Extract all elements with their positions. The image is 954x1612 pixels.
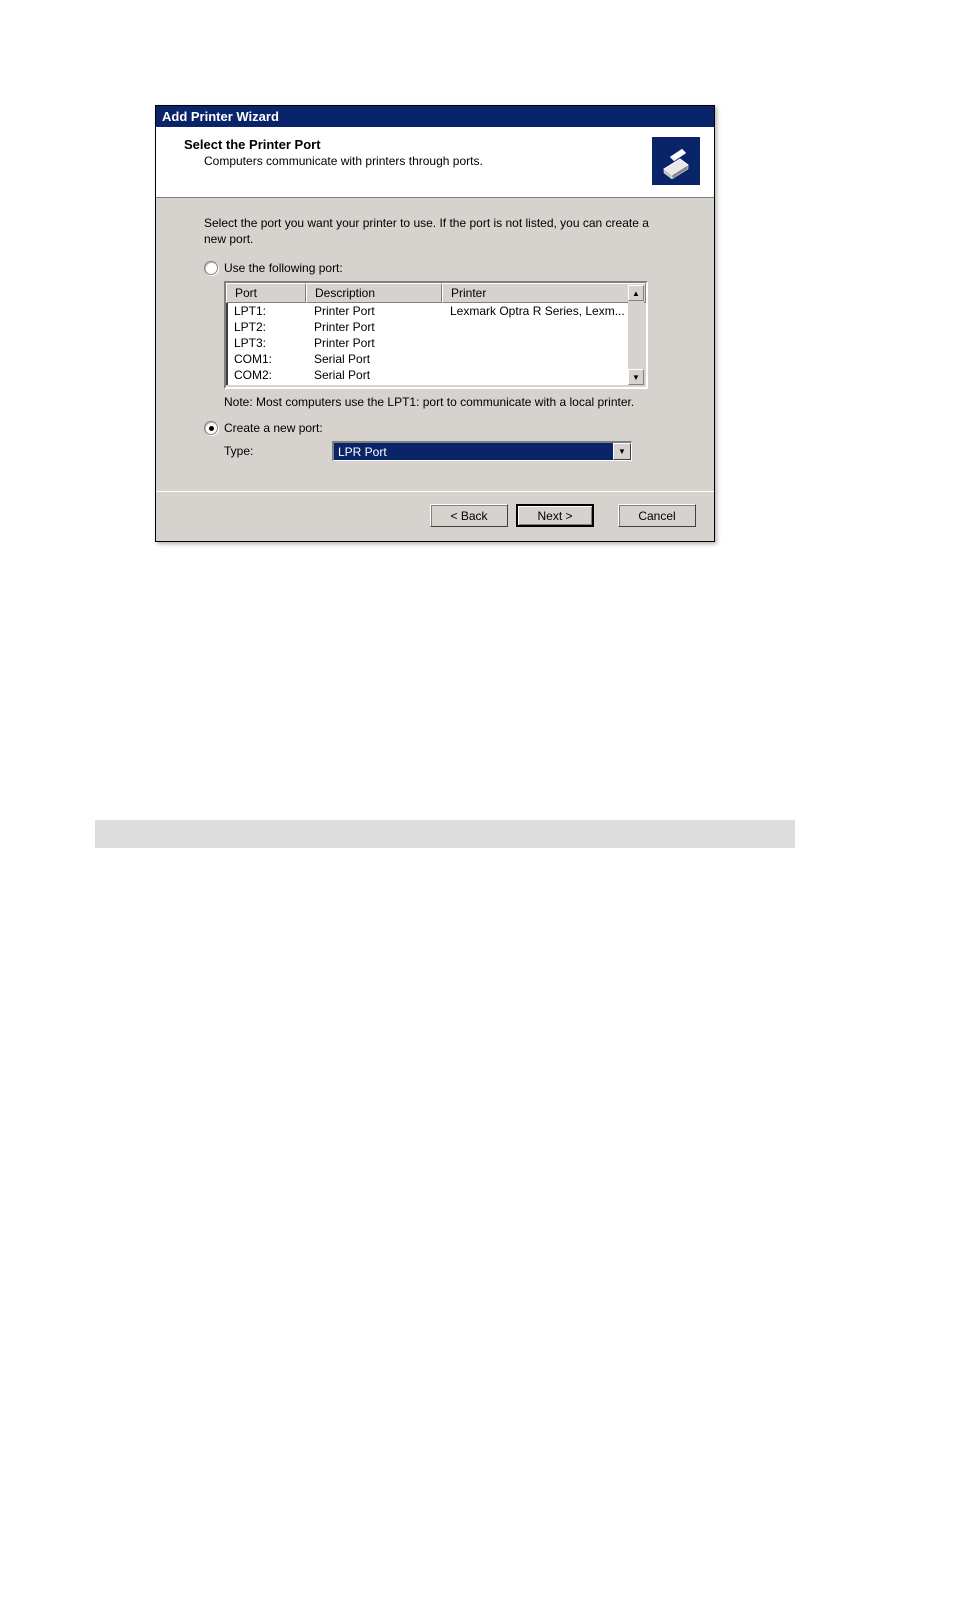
cell-description: Serial Port [306,351,442,367]
type-label: Type: [224,444,324,458]
titlebar-text: Add Printer Wizard [162,109,279,124]
cell-printer [442,367,646,383]
next-button[interactable]: Next > [516,504,594,527]
chevron-down-icon[interactable]: ▼ [613,443,631,460]
cell-port: LPT1: [226,303,306,319]
cell-printer [442,319,646,335]
back-button[interactable]: < Back [430,504,508,527]
cell-port: COM2: [226,367,306,383]
table-row[interactable]: LPT2:Printer Port [226,319,646,335]
table-row[interactable]: LPT3:Printer Port [226,335,646,351]
cancel-button[interactable]: Cancel [618,504,696,527]
header-subtitle: Computers communicate with printers thro… [204,154,700,168]
port-listbox[interactable]: Port Description Printer LPT1:Printer Po… [224,281,648,389]
port-type-row: Type: LPR Port ▼ [224,441,690,461]
cell-printer [442,351,646,367]
header-port[interactable]: Port [226,283,306,303]
wizard-body: Select the port you want your printer to… [156,198,714,469]
radio-use-existing-port[interactable]: Use the following port: [204,261,690,275]
cell-description: Serial Port [306,367,442,383]
table-row[interactable]: COM3:Serial Port [226,383,646,385]
scroll-up-icon[interactable]: ▲ [628,285,644,301]
radio-use-existing-label: Use the following port: [224,261,343,275]
titlebar: Add Printer Wizard [156,106,714,127]
instruction-text: Select the port you want your printer to… [204,216,669,247]
cell-description: Printer Port [306,335,442,351]
header-printer[interactable]: Printer [442,283,646,303]
scrollbar[interactable]: ▲ ▼ [628,285,644,385]
cell-printer: Lexmark Optra R Series, Lexm... [442,303,646,319]
radio-create-new-port[interactable]: Create a new port: [204,421,690,435]
header-description[interactable]: Description [306,283,442,303]
port-list-headers: Port Description Printer [226,283,646,303]
port-type-dropdown[interactable]: LPR Port ▼ [332,441,632,461]
scroll-down-icon[interactable]: ▼ [628,369,644,385]
radio-icon [204,261,218,275]
wizard-header: Select the Printer Port Computers commun… [156,127,714,198]
cell-port: COM3: [226,383,306,385]
add-printer-wizard-dialog: Add Printer Wizard Select the Printer Po… [155,105,715,542]
port-list-rows: LPT1:Printer PortLexmark Optra R Series,… [226,303,646,385]
header-title: Select the Printer Port [184,137,700,152]
note-text: Note: Most computers use the LPT1: port … [224,395,690,409]
cell-printer [442,383,646,385]
table-row[interactable]: LPT1:Printer PortLexmark Optra R Series,… [226,303,646,319]
table-row[interactable]: COM2:Serial Port [226,367,646,383]
cell-port: LPT2: [226,319,306,335]
table-row[interactable]: COM1:Serial Port [226,351,646,367]
cell-port: COM1: [226,351,306,367]
cell-port: LPT3: [226,335,306,351]
wizard-buttons: < Back Next > Cancel [156,491,714,541]
radio-create-new-label: Create a new port: [224,421,323,435]
cell-description: Printer Port [306,303,442,319]
printer-icon [652,137,700,185]
cell-description: Printer Port [306,319,442,335]
radio-icon [204,421,218,435]
port-type-value: LPR Port [338,445,387,459]
cell-printer [442,335,646,351]
page-footer-bar [95,820,795,848]
cell-description: Serial Port [306,383,442,385]
